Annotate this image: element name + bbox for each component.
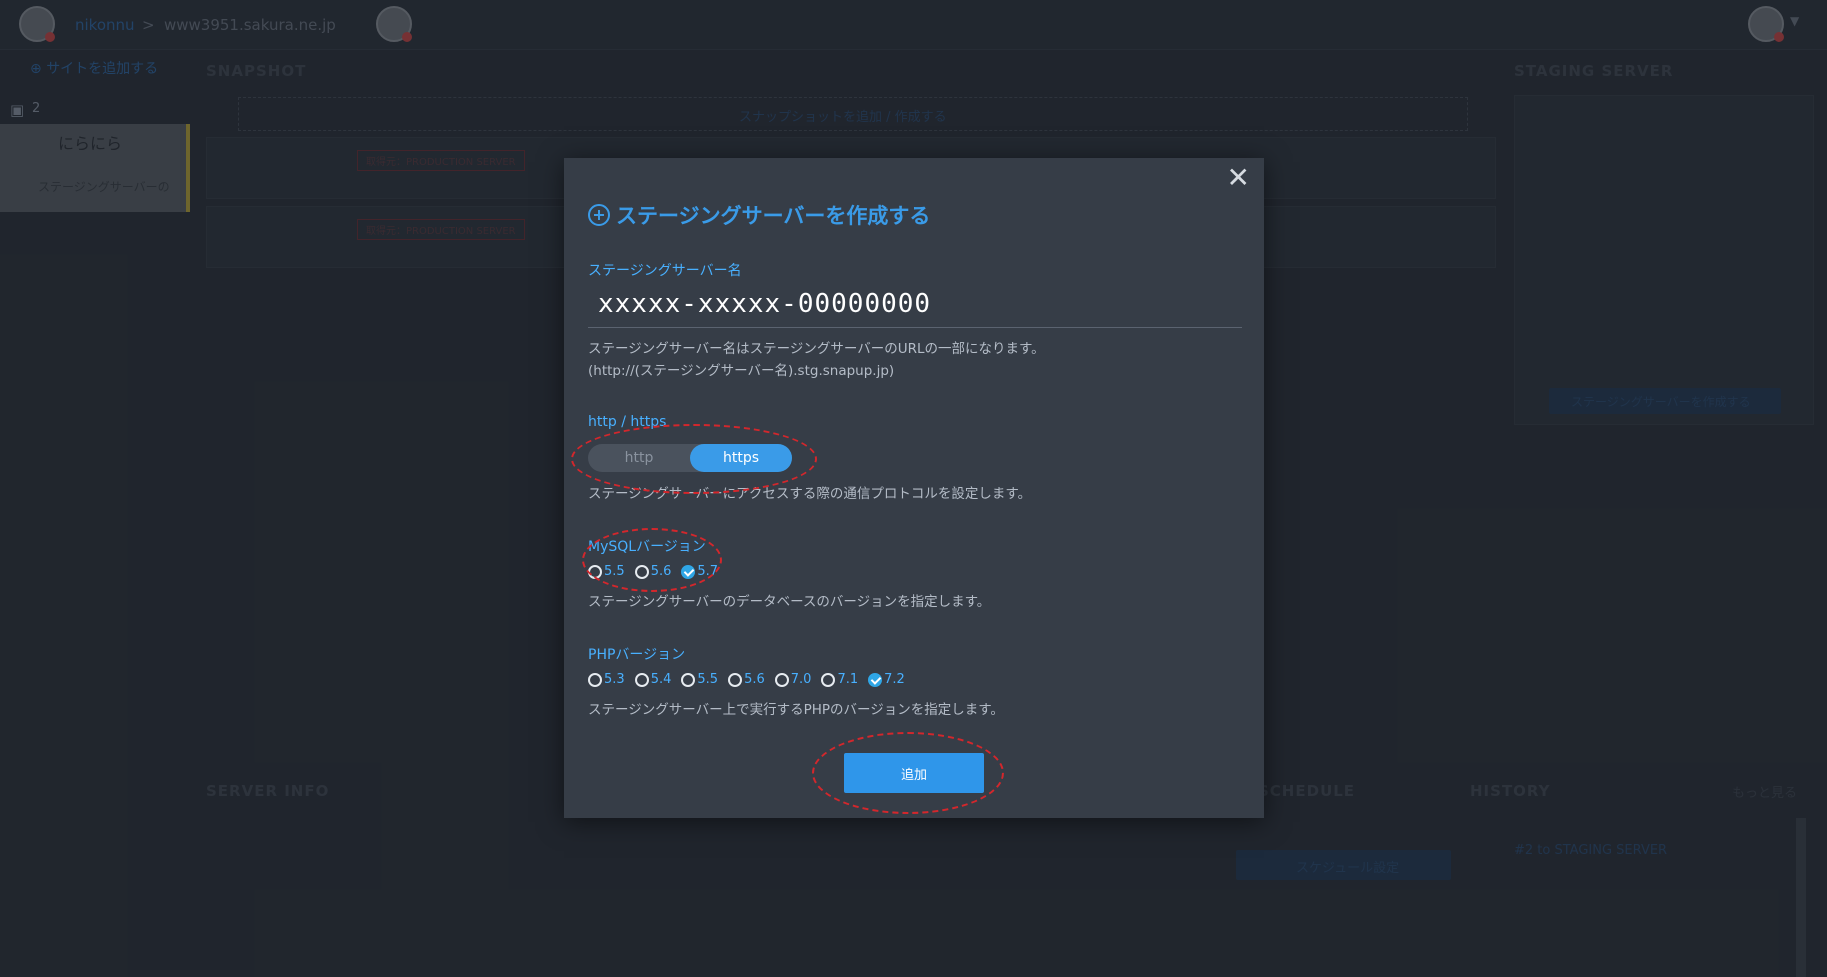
server-name-input[interactable] (588, 280, 1242, 328)
radio-icon (588, 672, 602, 687)
radio-label: 7.1 (837, 672, 859, 687)
radio-icon (681, 672, 696, 687)
annotation-add-button (812, 732, 1004, 814)
php-radio-5-5[interactable]: 5.5 (681, 672, 718, 687)
radio-label: 7.0 (790, 672, 812, 687)
php-version-group: 5.3 5.4 5.5 5.6 7.0 7.1 7.2 (588, 672, 905, 687)
radio-icon (774, 672, 789, 687)
radio-icon (821, 672, 836, 687)
php-radio-7-2[interactable]: 7.2 (868, 672, 905, 687)
radio-label: 7.2 (884, 672, 905, 687)
radio-icon (634, 672, 649, 687)
radio-label: 5.6 (744, 672, 765, 687)
annotation-mysql (582, 528, 722, 592)
radio-label: 5.4 (650, 672, 672, 687)
close-icon[interactable]: ✕ (1227, 164, 1250, 192)
create-staging-modal: ✕ ステージングサーバーを作成する ステージングサーバー名 ステージングサーバー… (564, 158, 1264, 818)
annotation-protocol (571, 424, 817, 494)
php-radio-5-6[interactable]: 5.6 (728, 672, 765, 687)
php-radio-5-4[interactable]: 5.4 (634, 672, 672, 687)
plus-circle-icon (588, 204, 610, 226)
php-radio-5-3[interactable]: 5.3 (588, 672, 625, 687)
radio-label: 5.5 (697, 672, 719, 687)
server-name-help-1: ステージングサーバー名はステージングサーバーのURLの一部になります。 (588, 341, 1045, 357)
php-help: ステージングサーバー上で実行するPHPのバージョンを指定します。 (588, 702, 1004, 718)
php-radio-7-0[interactable]: 7.0 (774, 672, 812, 687)
php-radio-7-1[interactable]: 7.1 (821, 672, 858, 687)
radio-label: 5.3 (604, 672, 625, 687)
php-label: PHPバージョン (588, 647, 686, 663)
radio-icon (728, 672, 743, 687)
server-name-help-2: (http://(ステージングサーバー名).stg.snapup.jp) (588, 363, 895, 379)
modal-title-text: ステージングサーバーを作成する (616, 204, 931, 228)
modal-title: ステージングサーバーを作成する (588, 200, 930, 230)
server-name-label: ステージングサーバー名 (588, 263, 742, 279)
mysql-help: ステージングサーバーのデータベースのバージョンを指定します。 (588, 594, 991, 610)
check-circle-icon (868, 672, 883, 687)
